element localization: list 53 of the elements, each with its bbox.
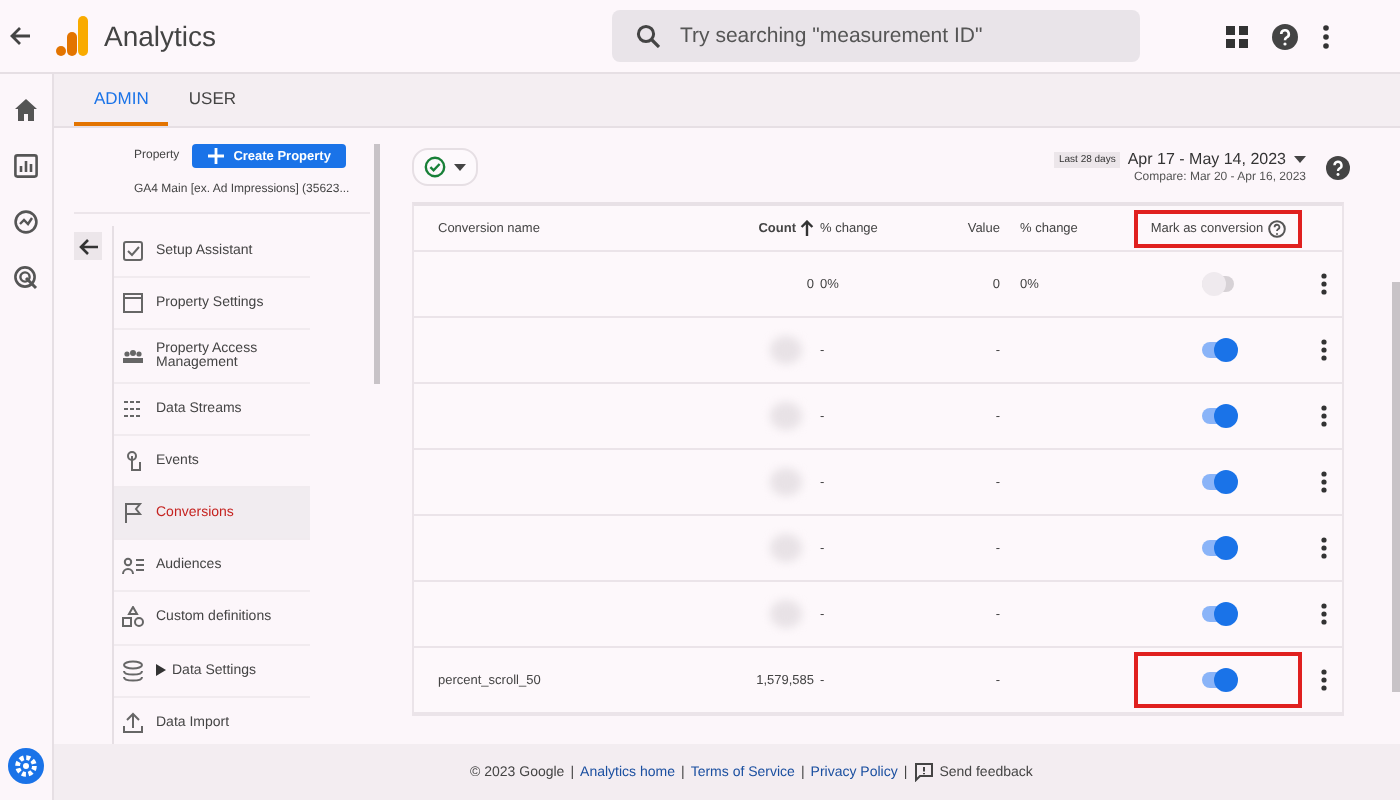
scrollbar[interactable] <box>374 144 380 384</box>
toggle-switch[interactable] <box>1202 276 1234 292</box>
people-icon <box>122 344 144 367</box>
more-icon[interactable] <box>1320 470 1329 494</box>
sort-arrow-icon[interactable] <box>800 220 814 236</box>
date-range-dropdown[interactable]: Apr 17 - May 14, 2023 <box>1127 150 1306 168</box>
checkbox-icon <box>122 240 144 263</box>
search-input[interactable]: Try searching "measurement ID" <box>676 22 1116 50</box>
bar-chart-logo-icon <box>56 16 88 56</box>
more-icon[interactable] <box>1322 23 1330 49</box>
target-icon[interactable] <box>14 266 38 290</box>
plus-icon <box>207 148 224 164</box>
flag-icon <box>122 502 144 525</box>
more-icon[interactable] <box>1320 404 1329 428</box>
explore-icon[interactable] <box>14 210 38 234</box>
reports-icon[interactable] <box>14 154 38 178</box>
caret-icon <box>454 163 466 171</box>
apps-grid-icon[interactable] <box>1226 25 1248 47</box>
shapes-icon <box>122 606 144 629</box>
database-icon <box>122 659 144 682</box>
more-icon[interactable] <box>1320 272 1329 296</box>
more-icon[interactable] <box>1320 536 1329 560</box>
tab[interactable]: USER <box>168 74 257 126</box>
status-filter-button[interactable] <box>412 148 478 186</box>
scrollbar[interactable] <box>1392 282 1400 692</box>
expand-arrow-icon[interactable] <box>156 664 166 677</box>
toggle-switch[interactable] <box>1202 342 1234 358</box>
help-icon[interactable] <box>1272 23 1298 49</box>
help-icon[interactable] <box>1267 219 1286 237</box>
toggle-switch[interactable] <box>1202 474 1234 490</box>
search-icon <box>636 24 660 48</box>
toggle-switch[interactable] <box>1202 540 1234 556</box>
toggle-switch[interactable] <box>1202 672 1234 688</box>
search-field[interactable]: Try searching "measurement ID" <box>612 10 1140 62</box>
streams-icon <box>122 397 144 420</box>
check-circle-icon <box>424 156 446 178</box>
toggle-switch[interactable] <box>1202 606 1234 622</box>
settings-icon[interactable] <box>8 748 44 784</box>
more-icon[interactable] <box>1320 668 1329 692</box>
person-list-icon <box>122 554 144 577</box>
app-title: Analytics <box>104 20 219 52</box>
tab[interactable]: ADMIN <box>74 74 169 126</box>
more-icon[interactable] <box>1320 338 1329 362</box>
window-icon <box>122 292 144 315</box>
upload-icon <box>122 711 144 734</box>
more-icon[interactable] <box>1320 602 1329 626</box>
finger-icon <box>122 449 144 472</box>
help-icon[interactable] <box>1326 155 1350 179</box>
toggle-switch[interactable] <box>1202 408 1234 424</box>
caret-icon <box>1294 155 1306 163</box>
home-icon[interactable] <box>14 98 38 122</box>
feedback-icon[interactable] <box>913 762 934 782</box>
back-button[interactable] <box>74 232 102 260</box>
